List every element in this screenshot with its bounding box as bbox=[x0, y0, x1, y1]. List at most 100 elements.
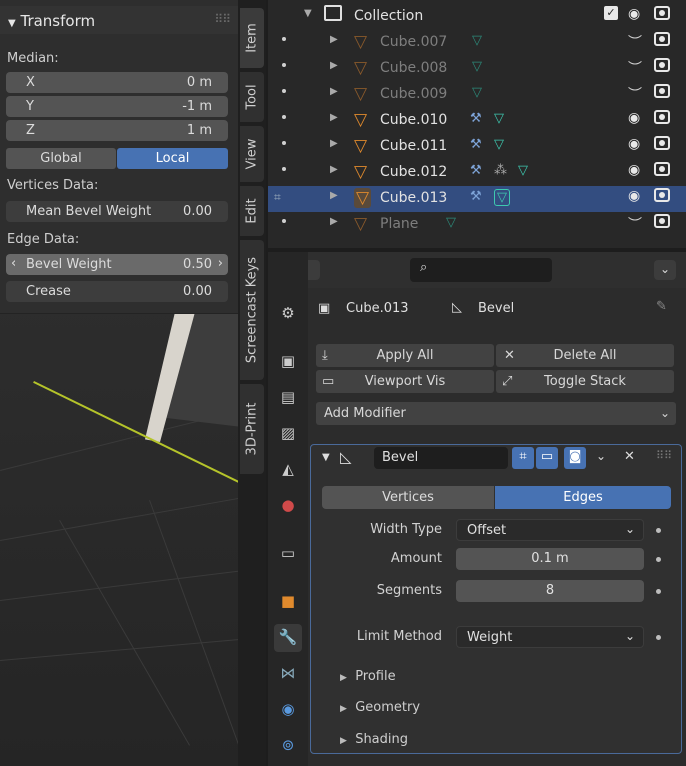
toggle-stack-button[interactable]: ⤢ Toggle Stack bbox=[496, 370, 674, 393]
scene-tab-icon[interactable]: ◭ bbox=[274, 456, 302, 484]
vertices-toggle[interactable]: Vertices bbox=[322, 486, 494, 509]
outliner-row[interactable]: ▶ ▽ Plane ▽ ︶ bbox=[268, 212, 686, 238]
delete-all-button[interactable]: ✕ Delete All bbox=[496, 344, 674, 367]
eye-icon[interactable]: ◉ bbox=[628, 6, 640, 22]
search-input[interactable]: ⌕ bbox=[410, 258, 552, 282]
tab-view[interactable]: View bbox=[240, 126, 264, 182]
edges-toggle[interactable]: Edges bbox=[495, 486, 671, 509]
local-toggle[interactable]: Local bbox=[117, 148, 228, 169]
mesh-data-icon: ▽ bbox=[472, 59, 482, 74]
close-icon[interactable]: ✕ bbox=[624, 449, 635, 464]
drag-grip-icon[interactable]: ⠿⠿ bbox=[214, 12, 231, 26]
viewport-vis-button[interactable]: ▭ Viewport Vis bbox=[316, 370, 494, 393]
particles-tab-icon[interactable]: ⋈ bbox=[274, 660, 302, 688]
apply-all-button[interactable]: ⤓ Apply All bbox=[316, 344, 494, 367]
width-type-dropdown[interactable]: Offset ⌄ bbox=[456, 519, 644, 541]
render-toggle-icon[interactable]: ◙ bbox=[564, 447, 586, 469]
amount-field[interactable]: 0.1 m bbox=[456, 548, 644, 570]
expand-triangle-icon[interactable]: ▶ bbox=[330, 60, 338, 71]
camera-icon[interactable] bbox=[654, 110, 670, 124]
physics-tab-icon[interactable]: ◉ bbox=[274, 696, 302, 724]
tab-screencast-keys[interactable]: Screencast Keys bbox=[240, 240, 264, 380]
limit-method-dropdown[interactable]: Weight ⌄ bbox=[456, 626, 644, 648]
outliner-row[interactable]: ▶ ▽ Cube.009 ▽ ︶ bbox=[268, 82, 686, 108]
object-tab-icon[interactable]: ■ bbox=[274, 588, 302, 616]
keyframe-dot-icon[interactable] bbox=[656, 528, 661, 533]
expand-triangle-icon[interactable]: ▶ bbox=[330, 164, 338, 175]
vertex-group-icon: ⁂ bbox=[494, 163, 507, 178]
eye-icon[interactable]: ◉ bbox=[628, 162, 640, 178]
view-layer-tab-icon[interactable]: ▨ bbox=[274, 420, 302, 448]
chevron-down-icon[interactable]: ⌄ bbox=[596, 449, 606, 463]
camera-icon[interactable] bbox=[654, 214, 670, 228]
expand-triangle-icon[interactable]: ▶ bbox=[330, 86, 338, 97]
tab-tool[interactable]: Tool bbox=[240, 72, 264, 122]
collapse-triangle-icon[interactable]: ▼ bbox=[304, 8, 312, 19]
tab-3d-print[interactable]: 3D-Print bbox=[240, 384, 264, 474]
expand-triangle-icon[interactable]: ▶ bbox=[330, 112, 338, 123]
expand-triangle-icon[interactable]: ▶ bbox=[330, 190, 338, 201]
geometry-subpanel[interactable]: ▶ Geometry bbox=[340, 700, 420, 715]
keyframe-dot-icon[interactable] bbox=[656, 589, 661, 594]
global-toggle[interactable]: Global bbox=[6, 148, 116, 169]
shading-subpanel[interactable]: ▶ Shading bbox=[340, 732, 408, 747]
expand-triangle-icon[interactable]: ▶ bbox=[330, 138, 338, 149]
add-modifier-dropdown[interactable]: Add Modifier ⌄ bbox=[316, 402, 676, 425]
decrement-arrow-icon[interactable]: ‹ bbox=[11, 256, 16, 271]
median-z-field[interactable]: Z 1 m bbox=[6, 120, 228, 141]
options-dropdown[interactable]: ⌄ bbox=[654, 260, 676, 280]
outliner-row[interactable]: ▶ ▽ Cube.012 ⚒ ⁂ ▽ ◉ bbox=[268, 160, 686, 186]
expand-triangle-icon[interactable]: ▶ bbox=[330, 216, 338, 227]
transform-panel-header[interactable]: ▼ Transform ⠿⠿ bbox=[0, 6, 238, 34]
collection-row[interactable]: ▼ Collection ✓ ◉ bbox=[268, 4, 686, 30]
world-tab-icon[interactable]: ● bbox=[274, 492, 302, 520]
bevel-weight-field[interactable]: ‹ Bevel Weight 0.50 › bbox=[6, 254, 228, 275]
mean-bevel-weight-field[interactable]: Mean Bevel Weight 0.00 bbox=[6, 201, 228, 222]
segments-field[interactable]: 8 bbox=[456, 580, 644, 602]
crease-field[interactable]: Crease 0.00 bbox=[6, 281, 228, 302]
camera-icon[interactable] bbox=[654, 162, 670, 176]
checkbox-icon[interactable]: ✓ bbox=[604, 6, 618, 20]
collection-tab-icon[interactable]: ▭ bbox=[274, 540, 302, 568]
profile-subpanel[interactable]: ▶ Profile bbox=[340, 669, 396, 684]
keyframe-dot-icon[interactable] bbox=[656, 557, 661, 562]
edit-mode-toggle-icon[interactable]: ⌗ bbox=[512, 447, 534, 469]
hidden-eye-icon[interactable]: ︶ bbox=[628, 84, 642, 104]
camera-icon[interactable] bbox=[654, 188, 670, 202]
outliner-row[interactable]: ▶ ▽ Cube.010 ⚒ ▽ ◉ bbox=[268, 108, 686, 134]
eye-icon[interactable]: ◉ bbox=[628, 136, 640, 152]
camera-icon[interactable] bbox=[654, 6, 670, 20]
hidden-eye-icon[interactable]: ︶ bbox=[628, 58, 642, 78]
modifier-name-field[interactable]: Bevel bbox=[374, 447, 508, 469]
drag-grip-icon[interactable]: ⠿⠿ bbox=[656, 449, 672, 462]
keyframe-dot-icon[interactable] bbox=[656, 635, 661, 640]
camera-icon[interactable] bbox=[654, 84, 670, 98]
profile-label: Profile bbox=[355, 669, 396, 684]
median-x-field[interactable]: X 0 m bbox=[6, 72, 228, 93]
modifier-tab-icon[interactable]: 🔧 bbox=[274, 624, 302, 652]
tab-item[interactable]: Item bbox=[240, 8, 264, 68]
constraints-tab-icon[interactable]: ⊚ bbox=[274, 732, 302, 760]
tab-edit[interactable]: Edit bbox=[240, 186, 264, 236]
width-type-value: Offset bbox=[467, 523, 507, 538]
eye-icon[interactable]: ◉ bbox=[628, 110, 640, 126]
increment-arrow-icon[interactable]: › bbox=[218, 256, 223, 271]
tool-tab-icon[interactable]: ⚙ bbox=[274, 300, 302, 328]
viewport-toggle-icon[interactable]: ▭ bbox=[536, 447, 558, 469]
camera-icon[interactable] bbox=[654, 136, 670, 150]
camera-icon[interactable] bbox=[654, 32, 670, 46]
hidden-eye-icon[interactable]: ︶ bbox=[628, 32, 642, 52]
outliner-row[interactable]: ▶ ▽ Cube.008 ▽ ︶ bbox=[268, 56, 686, 82]
output-tab-icon[interactable]: ▤ bbox=[274, 384, 302, 412]
median-y-field[interactable]: Y -1 m bbox=[6, 96, 228, 117]
outliner-row[interactable]: ▶ ▽ Cube.007 ▽ ︶ bbox=[268, 30, 686, 56]
collapse-triangle-icon[interactable]: ▼ bbox=[322, 452, 330, 463]
hidden-eye-icon[interactable]: ︶ bbox=[628, 214, 642, 234]
render-tab-icon[interactable]: ▣ bbox=[274, 348, 302, 376]
outliner-row-selected[interactable]: ⌗ ▶ ▽ Cube.013 ⚒ ▽ ◉ bbox=[268, 186, 686, 212]
outliner-row[interactable]: ▶ ▽ Cube.011 ⚒ ▽ ◉ bbox=[268, 134, 686, 160]
camera-icon[interactable] bbox=[654, 58, 670, 72]
expand-triangle-icon[interactable]: ▶ bbox=[330, 34, 338, 45]
eye-icon[interactable]: ◉ bbox=[628, 188, 640, 204]
pin-icon[interactable]: ✎ bbox=[656, 299, 667, 314]
